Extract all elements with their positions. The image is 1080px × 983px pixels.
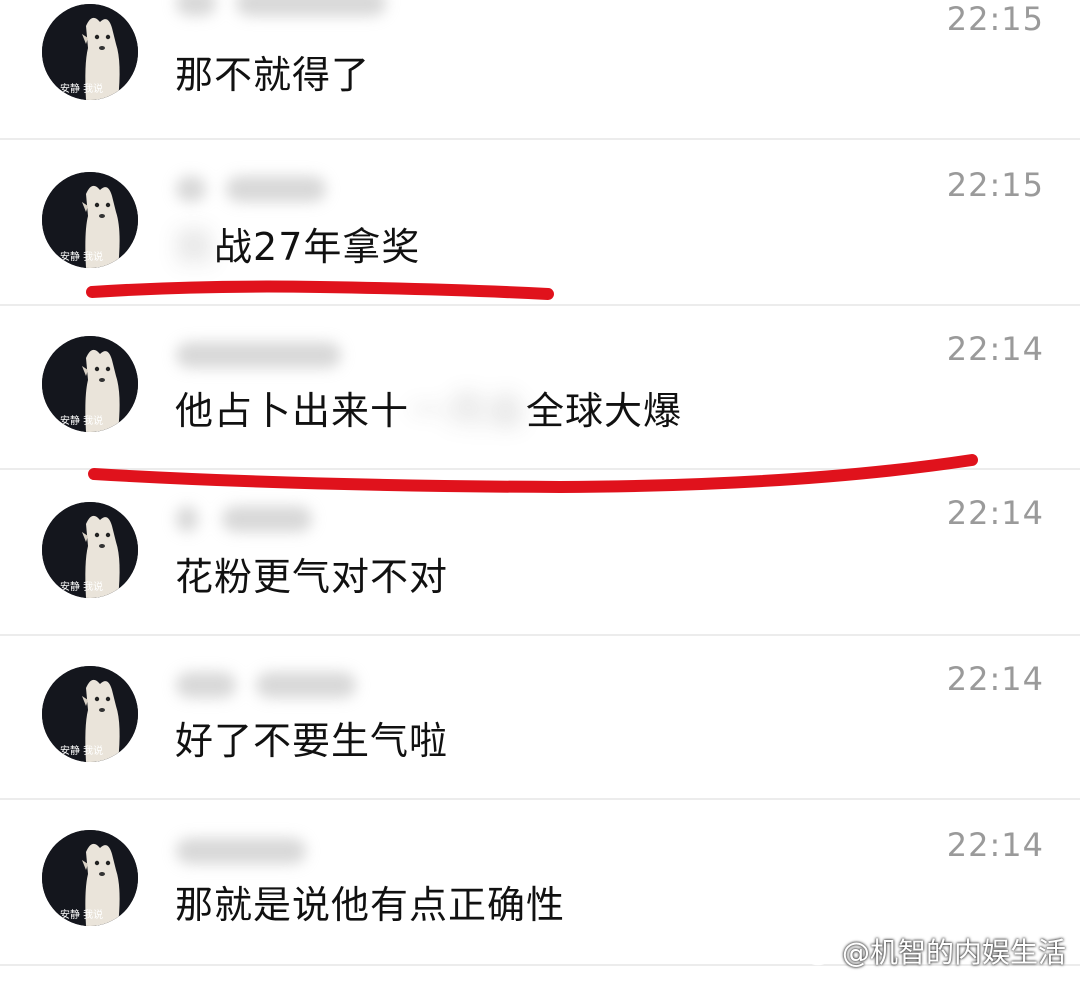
watermark-text: @机智的内娱生活 [841, 936, 1066, 969]
watermark: @机智的内娱生活 [804, 931, 1066, 973]
avatar[interactable]: 安静 我说 [42, 336, 138, 432]
avatar[interactable]: 安静 我说 [42, 502, 138, 598]
avatar[interactable]: 安静 我说 [42, 172, 138, 268]
message-text: 他占卜出来十一月会全球大爆 [175, 388, 682, 434]
dog-avatar-icon: 安静 我说 [42, 4, 138, 100]
avatar[interactable]: 安静 我说 [42, 4, 138, 100]
message-time: 22:14 [946, 826, 1044, 864]
svg-text:安静 我说: 安静 我说 [60, 414, 103, 427]
avatar[interactable]: 安静 我说 [42, 666, 138, 762]
message-text-visible: 战27年拿奖 [214, 225, 421, 269]
message-text: 那就是说他有点正确性 [175, 883, 566, 927]
svg-text:安静 我说: 安静 我说 [60, 744, 103, 757]
message-time: 22:14 [946, 330, 1044, 368]
sender-name-redacted [176, 838, 316, 864]
sender-name-redacted [176, 672, 366, 698]
message-time: 22:14 [946, 660, 1044, 698]
message-text: 花粉更气对不对 [175, 555, 449, 599]
sender-name-redacted [176, 342, 346, 368]
chat-list: 安静 我说 那不就得了 22:15 安静 我说 挑战27年拿奖 22:15 安静… [0, 0, 1080, 983]
message-text-part: 全球大爆 [526, 389, 683, 433]
message-time: 22:14 [946, 494, 1044, 532]
svg-text:安静 我说: 安静 我说 [60, 250, 103, 263]
svg-text:安静 我说: 安静 我说 [60, 82, 103, 95]
list-item[interactable]: 安静 我说 挑战27年拿奖 22:15 [0, 140, 1080, 306]
message-text: 那不就得了 [175, 53, 371, 97]
sender-name-redacted [176, 506, 326, 532]
sender-name-redacted [176, 0, 396, 16]
dog-avatar-icon: 安静 我说 [42, 666, 138, 762]
message-text-part: 他占卜出来十 [175, 389, 410, 433]
svg-text:安静 我说: 安静 我说 [60, 580, 103, 593]
list-item[interactable]: 安静 我说 花粉更气对不对 22:14 [0, 470, 1080, 636]
dog-avatar-icon: 安静 我说 [42, 830, 138, 926]
redacted-text: 一月会 [409, 389, 527, 433]
avatar[interactable]: 安静 我说 [42, 830, 138, 926]
list-item[interactable]: 安静 我说 好了不要生气啦 22:14 [0, 636, 1080, 800]
dog-avatar-icon: 安静 我说 [42, 336, 138, 432]
svg-text:安静 我说: 安静 我说 [60, 908, 103, 921]
message-time: 22:15 [946, 166, 1044, 204]
list-item[interactable]: 安静 我说 那不就得了 22:15 [0, 0, 1080, 140]
list-item[interactable]: 安静 我说 他占卜出来十一月会全球大爆 22:14 [0, 306, 1080, 470]
sender-name-redacted [176, 176, 336, 202]
weibo-icon [804, 938, 838, 973]
message-text: 挑战27年拿奖 [175, 224, 420, 270]
dog-avatar-icon: 安静 我说 [42, 172, 138, 268]
redacted-text: 挑 [175, 225, 215, 269]
message-time: 22:15 [946, 0, 1044, 38]
dog-avatar-icon: 安静 我说 [42, 502, 138, 598]
message-text: 好了不要生气啦 [175, 719, 449, 763]
